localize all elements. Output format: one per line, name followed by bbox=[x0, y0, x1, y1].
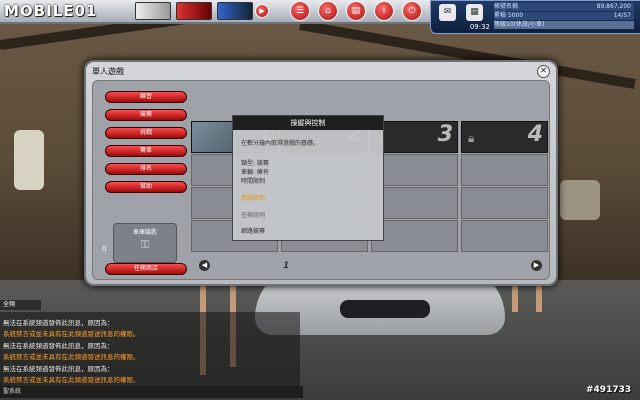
model-leg bbox=[512, 282, 518, 312]
tooltip-type: 類型: 競賽 bbox=[241, 160, 269, 167]
exit-icon[interactable]: ⏻ bbox=[402, 1, 422, 21]
empty-slot bbox=[461, 220, 548, 252]
mission-shop-button[interactable]: 任務商店 bbox=[105, 263, 187, 275]
money-value: 89,867,200 bbox=[596, 3, 631, 10]
slot-number: 3 bbox=[437, 122, 453, 147]
empty-slot bbox=[371, 187, 458, 219]
exp-value: 14/57 bbox=[613, 12, 631, 19]
car-select-blue[interactable] bbox=[217, 2, 253, 20]
menu-button-racing[interactable]: 賽車 bbox=[105, 145, 187, 157]
next-page-icon[interactable]: ▶ bbox=[531, 260, 542, 271]
empty-slot bbox=[461, 154, 548, 186]
menu-icon[interactable]: ☰ bbox=[290, 1, 310, 21]
menu-button-challenge[interactable]: 挑戰 bbox=[105, 127, 187, 139]
chat-line: 系統禁言或並未具有在此頻道發送訊息的權限。 bbox=[3, 330, 140, 338]
prev-page-icon[interactable]: ◀ bbox=[199, 260, 210, 271]
menu-button-practice[interactable]: 練習 bbox=[105, 91, 187, 103]
dialog-title: 單人遊戲 bbox=[92, 67, 124, 76]
garage-key-box: 車庫鑰匙 0 ⚿ bbox=[102, 223, 177, 263]
chat-line: 無法在系統頻道發佈此訊息，原因為： bbox=[3, 319, 114, 327]
car-select-red[interactable] bbox=[176, 2, 212, 20]
slot-number: 4 bbox=[527, 122, 543, 147]
tooltip-limit: 時間限制 bbox=[241, 178, 266, 185]
car-grille bbox=[340, 300, 430, 318]
player-exp-row: 累積 5000 14/57 bbox=[494, 12, 634, 20]
chat-line: 系統禁言或並未具有在此頻道發送訊息的權限。 bbox=[3, 376, 140, 384]
close-icon[interactable]: ✕ bbox=[537, 65, 550, 78]
lock-icon: 🔒︎ bbox=[468, 131, 475, 145]
game-logo: MOBILE01 bbox=[4, 2, 98, 20]
player-money-row: 帳號名稱 89,867,200 bbox=[494, 3, 634, 11]
garage-icon[interactable]: ⌂ bbox=[318, 1, 338, 21]
level-label: 等級10(休旅/小車) bbox=[494, 21, 545, 28]
page-number: 1 bbox=[283, 261, 290, 271]
menu-button-ranking[interactable]: 排名 bbox=[105, 163, 187, 175]
menu-button-race[interactable]: 競賽 bbox=[105, 109, 187, 121]
tooltip-title: 操縱與控制 bbox=[233, 116, 383, 130]
chat-line: 系統禁言或並未具有在此頻道發送訊息的權限。 bbox=[3, 353, 140, 361]
exp-label: 累積 5000 bbox=[494, 12, 524, 19]
tooltip-item3: 網路競賽 bbox=[241, 228, 266, 235]
chat-log: 無法在系統頻道發佈此訊息，原因為： 系統禁言或並未具有在此頻道發送訊息的權限。 … bbox=[0, 312, 300, 386]
mission-slot-4[interactable]: 🔒︎ 4 bbox=[461, 121, 548, 153]
key-title: 車庫鑰匙 bbox=[132, 229, 157, 236]
model-leg bbox=[536, 282, 542, 312]
chat-input[interactable]: 聖系統 bbox=[0, 386, 303, 398]
mission-tooltip: 操縱與控制 在數分鐘內取得遊戲的基礎。 類型: 競賽 車輛: 擁有 時間限制 遊… bbox=[232, 115, 384, 241]
chat-line: 無法在系統頻道發佈此訊息，原因為： bbox=[3, 342, 114, 350]
car-select-white[interactable] bbox=[135, 2, 171, 20]
tooltip-item2: 任務說明 bbox=[241, 212, 266, 219]
player-level-row: 等級10(休旅/小車) bbox=[494, 21, 634, 29]
empty-slot bbox=[371, 220, 458, 252]
mission-slot-3[interactable]: 🔒︎ 3 bbox=[371, 121, 458, 153]
empty-slot bbox=[461, 187, 548, 219]
gas-tank bbox=[14, 130, 44, 190]
clock: 09:32 bbox=[469, 23, 490, 31]
crate bbox=[560, 180, 600, 220]
tooltip-desc: 在數分鐘內取得遊戲的基礎。 bbox=[241, 140, 320, 147]
chat-tab[interactable]: 全頻 bbox=[0, 300, 41, 310]
key-icon: ⚿ bbox=[140, 238, 150, 251]
chart-icon[interactable]: ▤ bbox=[346, 1, 366, 21]
tooltip-vehicle: 車輛: 擁有 bbox=[241, 169, 269, 176]
menu-button-help[interactable]: 幫助 bbox=[105, 181, 187, 193]
empty-slot bbox=[371, 154, 458, 186]
mail-icon[interactable]: ✉ bbox=[439, 4, 456, 21]
money-label: 帳號名稱 bbox=[494, 3, 519, 10]
info-icon[interactable]: i bbox=[374, 1, 394, 21]
key-count: 0 bbox=[102, 245, 107, 253]
calendar-icon[interactable]: ▦ bbox=[466, 4, 483, 21]
scroll-right-icon[interactable]: ▶ bbox=[255, 4, 269, 18]
tooltip-highlight: 遊戲說明 bbox=[241, 195, 266, 202]
chat-line: 無法在系統頻道發佈此訊息，原因為： bbox=[3, 365, 114, 373]
watermark: #491733 bbox=[586, 385, 632, 395]
